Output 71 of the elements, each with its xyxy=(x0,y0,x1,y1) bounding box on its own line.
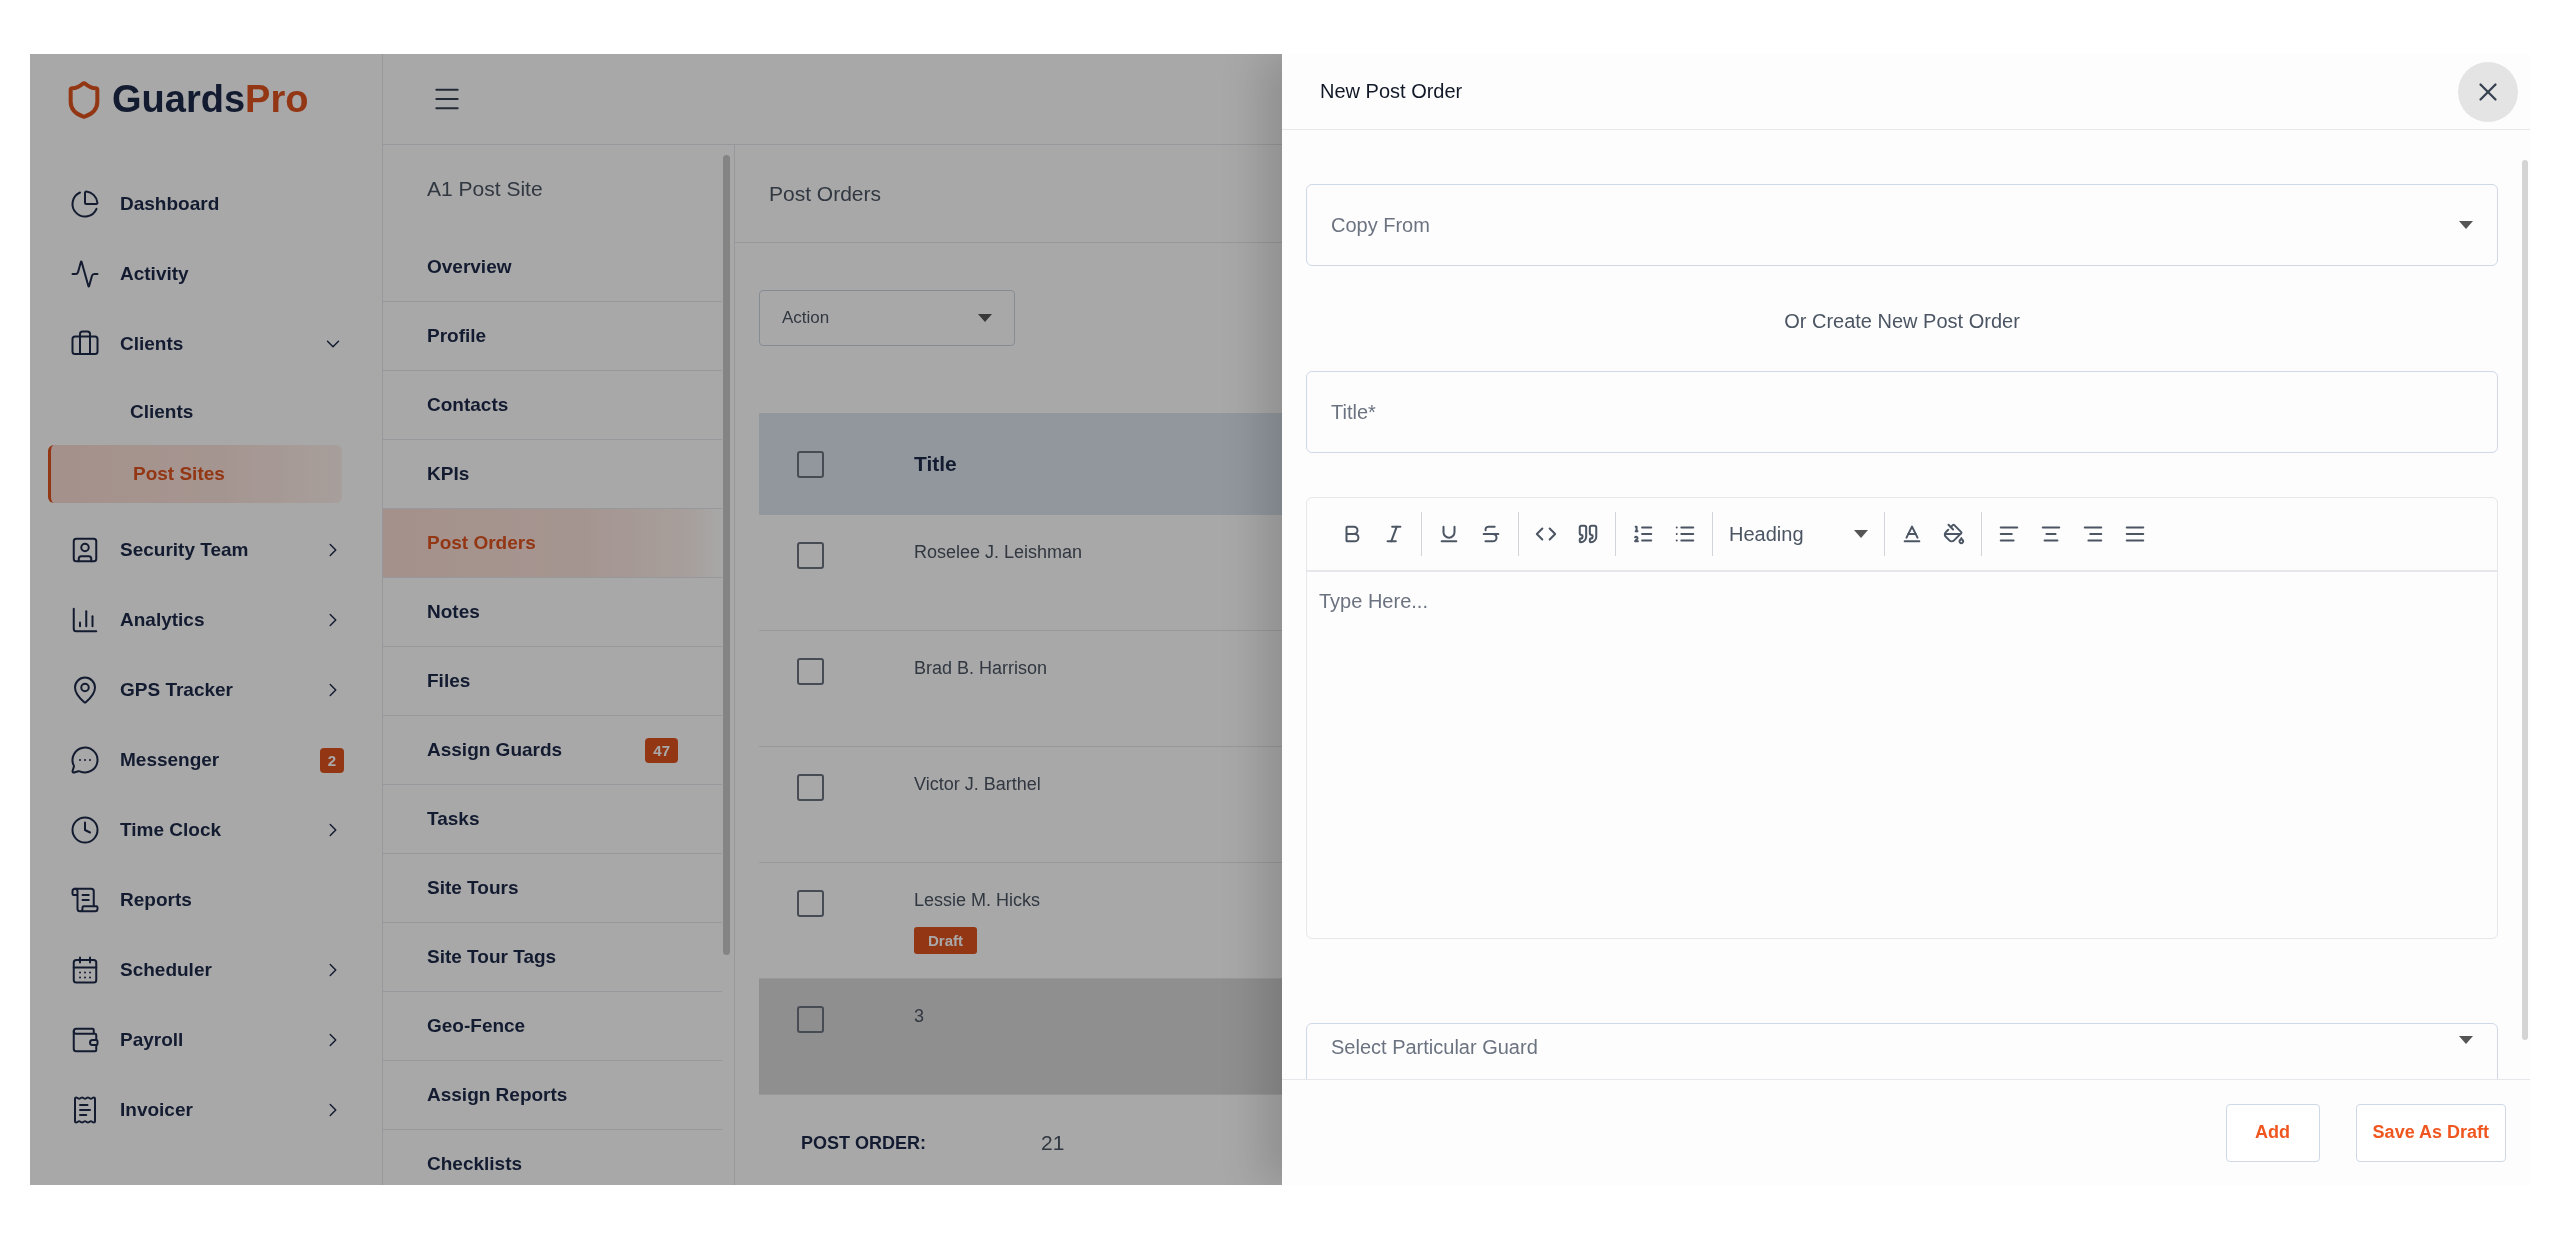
paint-bucket-icon[interactable] xyxy=(1942,523,1965,545)
clock-icon xyxy=(70,815,100,845)
sidebar-item[interactable]: Clients xyxy=(30,309,382,379)
row-checkbox[interactable] xyxy=(797,890,824,917)
select-all-checkbox[interactable] xyxy=(797,450,824,478)
subnav-item[interactable]: Geo-Fence xyxy=(383,992,722,1061)
sidebar-item[interactable]: Activity xyxy=(30,239,382,309)
sidebar-item[interactable]: GPS Tracker xyxy=(30,655,382,725)
subnav-item[interactable]: Files xyxy=(383,647,722,716)
title-cell: 3 xyxy=(914,1006,924,1027)
pie-chart-icon xyxy=(70,189,100,219)
sidebar-item[interactable]: Time Clock xyxy=(30,795,382,865)
drawer-title: New Post Order xyxy=(1320,80,1463,103)
subnav-item[interactable]: Site Tours xyxy=(383,854,722,923)
scrollbar-thumb[interactable] xyxy=(2522,160,2528,1040)
sidebar-item[interactable]: Scheduler xyxy=(30,935,382,1005)
row-checkbox[interactable] xyxy=(797,658,824,685)
post-order-value: 21 xyxy=(1041,1131,1065,1155)
activity-icon xyxy=(70,259,100,289)
subnav-item[interactable]: Assign Reports xyxy=(383,1061,722,1130)
caret-icon xyxy=(2459,1036,2473,1044)
title-cell: Roselee J. Leishman xyxy=(914,542,1083,563)
scrollbar-thumb[interactable] xyxy=(723,155,730,955)
numbered-list-icon[interactable] xyxy=(1632,523,1654,545)
quote-icon[interactable] xyxy=(1577,523,1599,545)
row-checkbox[interactable] xyxy=(797,542,824,569)
caret-icon xyxy=(2459,221,2473,229)
person-icon xyxy=(70,535,100,565)
count-badge: 2 xyxy=(319,747,344,773)
heading-select[interactable]: Heading xyxy=(1729,522,1868,546)
sidebar-item[interactable]: Reports xyxy=(30,865,382,935)
action-select[interactable]: Action xyxy=(759,290,1015,346)
logo-text: GuardsPro xyxy=(112,78,309,121)
strikethrough-icon[interactable] xyxy=(1480,523,1502,545)
caret-icon xyxy=(978,314,992,322)
site-title: A1 Post Site xyxy=(426,176,544,202)
subnav-item[interactable]: Notes xyxy=(383,578,722,647)
column-header: Title xyxy=(914,452,957,476)
sidebar-item[interactable]: Dashboard xyxy=(30,169,382,239)
or-create-text: Or Create New Post Order xyxy=(1783,310,2021,333)
title-cell: Brad B. Harrison xyxy=(914,658,1048,679)
title-cell: Lessie M. Hicks xyxy=(914,890,1041,911)
subnav-item[interactable]: Profile xyxy=(383,302,722,371)
document-icon xyxy=(70,885,100,915)
subnav-item[interactable]: Overview xyxy=(383,233,722,302)
subnav-item[interactable]: Site Tour Tags xyxy=(383,923,722,992)
copy-from-select[interactable]: Copy From xyxy=(1306,184,2498,266)
calendar-icon xyxy=(70,955,100,985)
wallet-icon xyxy=(70,1025,100,1055)
subnav-item[interactable]: Tasks xyxy=(383,785,722,854)
title-cell: Victor J. Barthel xyxy=(914,774,1041,795)
bar-chart-icon xyxy=(70,605,100,635)
sidebar-item[interactable]: Invoicer xyxy=(30,1075,382,1145)
draft-tag: Draft xyxy=(914,927,977,954)
subnav-item[interactable]: Contacts xyxy=(383,371,722,440)
caret-icon xyxy=(1853,530,1868,538)
row-checkbox[interactable] xyxy=(797,1006,824,1033)
sidebar-item[interactable]: Messenger 2 xyxy=(30,725,382,795)
count-badge: 47 xyxy=(645,737,678,763)
subnav-item[interactable]: Assign Guards 47 xyxy=(383,716,722,785)
chat-bubble-icon xyxy=(70,745,100,775)
sidebar-item[interactable]: Analytics xyxy=(30,585,382,655)
editor-input[interactable]: Type Here... xyxy=(1307,572,2497,631)
sidebar-item[interactable]: Security Team xyxy=(30,515,382,585)
subnav-item[interactable]: Checklists xyxy=(383,1130,722,1185)
row-checkbox[interactable] xyxy=(797,774,824,801)
post-order-label: POST ORDER: xyxy=(801,1132,926,1154)
title-input[interactable]: Title* xyxy=(1306,371,2498,453)
sidebar-item[interactable]: Payroll xyxy=(30,1005,382,1075)
sidebar-subitem[interactable]: Clients xyxy=(30,379,382,445)
underline-icon[interactable] xyxy=(1438,523,1460,545)
